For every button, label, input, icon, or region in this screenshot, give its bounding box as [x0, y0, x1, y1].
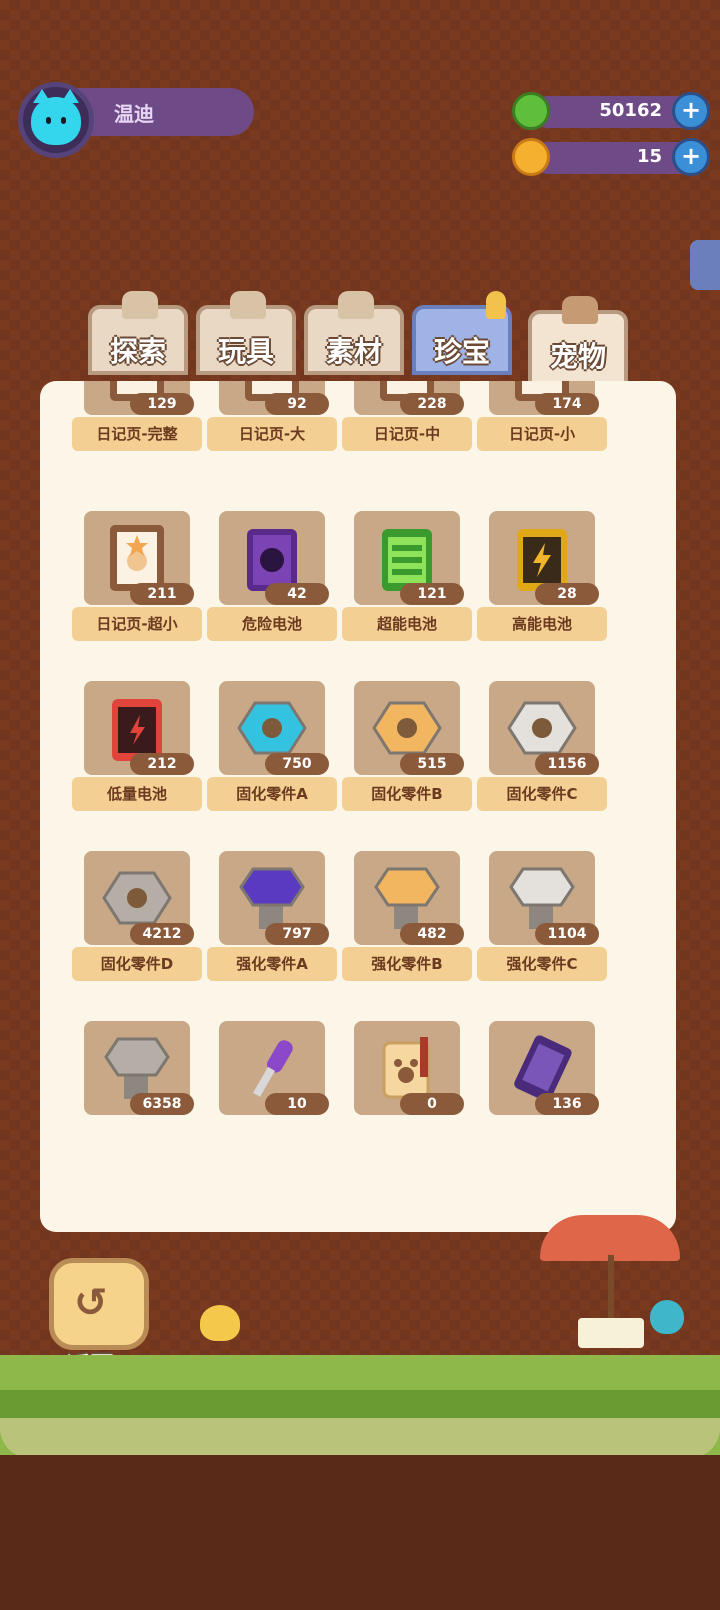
player-name: 温迪 [114, 102, 154, 126]
item-count: 228 [400, 393, 464, 415]
inventory-item[interactable]: 4212 固化零件D [72, 851, 202, 1011]
item-label: 固化零件D [72, 947, 202, 981]
item-count: 0 [400, 1093, 464, 1115]
return-arrow-icon: ↺ [74, 1280, 108, 1326]
inventory-item[interactable]: 42 危险电池 [207, 511, 337, 671]
item-count: 92 [265, 393, 329, 415]
item-count: 28 [535, 583, 599, 605]
currency-secondary-value: 15 [636, 146, 662, 167]
tab-treasure[interactable]: 珍宝 [412, 291, 512, 375]
item-count: 121 [400, 583, 464, 605]
item-label: 日记页-超小 [72, 607, 202, 641]
item-count: 482 [400, 923, 464, 945]
inventory-panel: 129 日记页-完整 92 日记页-大 228 日记页-中 174 日记页-小 211 日记页-超… [40, 381, 676, 1232]
inventory-item[interactable]: 482 强化零件B [342, 851, 472, 1011]
item-label: 固化零件C [477, 777, 607, 811]
item-count: 750 [265, 753, 329, 775]
item-label: 日记页-中 [342, 417, 472, 451]
currency-secondary: 15 + [512, 138, 710, 176]
inventory-item[interactable]: 515 固化零件B [342, 681, 472, 841]
tab-pets[interactable]: 宠物 [528, 296, 628, 390]
item-count: 212 [130, 753, 194, 775]
item-count: 797 [265, 923, 329, 945]
item-label: 高能电池 [477, 607, 607, 641]
inventory-item[interactable]: 228 日记页-中 [342, 381, 472, 481]
grass-stripe [0, 1390, 720, 1420]
inventory-item[interactable]: 92 日记页-大 [207, 381, 337, 481]
item-count: 174 [535, 393, 599, 415]
add-primary-currency-button[interactable]: + [672, 92, 710, 130]
soil-band [0, 1418, 720, 1458]
inventory-item[interactable]: 121 超能电池 [342, 511, 472, 671]
inventory-item[interactable]: 1104 强化零件C [477, 851, 607, 1011]
inventory-item[interactable]: 129 日记页-完整 [72, 381, 202, 481]
back-button[interactable]: ↺ 返回 [44, 1258, 154, 1380]
inventory-item[interactable]: 6358 [72, 1021, 202, 1115]
item-label: 日记页-完整 [72, 417, 202, 451]
inventory-item[interactable]: 750 固化零件A [207, 681, 337, 841]
avatar[interactable] [18, 82, 94, 158]
gold-planet-icon [512, 138, 550, 176]
item-label: 日记页-小 [477, 417, 607, 451]
item-count: 1156 [535, 753, 599, 775]
item-label: 强化零件B [342, 947, 472, 981]
currency-primary-value: 50162 [599, 100, 662, 121]
item-label: 强化零件C [477, 947, 607, 981]
inventory-item[interactable]: 28 高能电池 [477, 511, 607, 671]
tab-materials[interactable]: 素材 [304, 291, 404, 375]
side-drawer-handle[interactable] [690, 240, 720, 290]
item-count: 515 [400, 753, 464, 775]
item-label: 固化零件B [342, 777, 472, 811]
item-count: 129 [130, 393, 194, 415]
item-label: 日记页-大 [207, 417, 337, 451]
sleeping-pet-icon [650, 1300, 684, 1334]
item-count: 1104 [535, 923, 599, 945]
inventory-item[interactable]: 1156 固化零件C [477, 681, 607, 841]
chick-icon [200, 1305, 240, 1341]
inventory-item[interactable]: 0 [342, 1021, 472, 1115]
inventory-item[interactable]: 174 日记页-小 [477, 381, 607, 481]
item-count: 42 [265, 583, 329, 605]
item-count: 136 [535, 1093, 599, 1115]
table-icon [578, 1318, 644, 1348]
inventory-item[interactable]: 212 低量电池 [72, 681, 202, 841]
add-secondary-currency-button[interactable]: + [672, 138, 710, 176]
item-label: 固化零件A [207, 777, 337, 811]
inventory-item[interactable]: 797 强化零件A [207, 851, 337, 1011]
inventory-item[interactable]: 10 [207, 1021, 337, 1115]
item-count: 10 [265, 1093, 329, 1115]
item-label: 强化零件A [207, 947, 337, 981]
tab-explore[interactable]: 探索 [88, 291, 188, 375]
item-label: 低量电池 [72, 777, 202, 811]
item-count: 211 [130, 583, 194, 605]
item-label: 危险电池 [207, 607, 337, 641]
player-profile[interactable]: 温迪 [14, 82, 259, 164]
underground [0, 1455, 720, 1610]
item-label: 超能电池 [342, 607, 472, 641]
cat-face-icon [31, 89, 81, 145]
item-count: 6358 [130, 1093, 194, 1115]
inventory-grid[interactable]: 129 日记页-完整 92 日记页-大 228 日记页-中 174 日记页-小 211 日记页-超… [40, 381, 676, 1115]
green-coin-icon [512, 92, 550, 130]
inventory-item[interactable]: 211 日记页-超小 [72, 511, 202, 671]
item-count: 4212 [130, 923, 194, 945]
tab-toys[interactable]: 玩具 [196, 291, 296, 375]
inventory-item[interactable]: 136 [477, 1021, 607, 1115]
currency-primary: 50162 + [512, 92, 710, 130]
